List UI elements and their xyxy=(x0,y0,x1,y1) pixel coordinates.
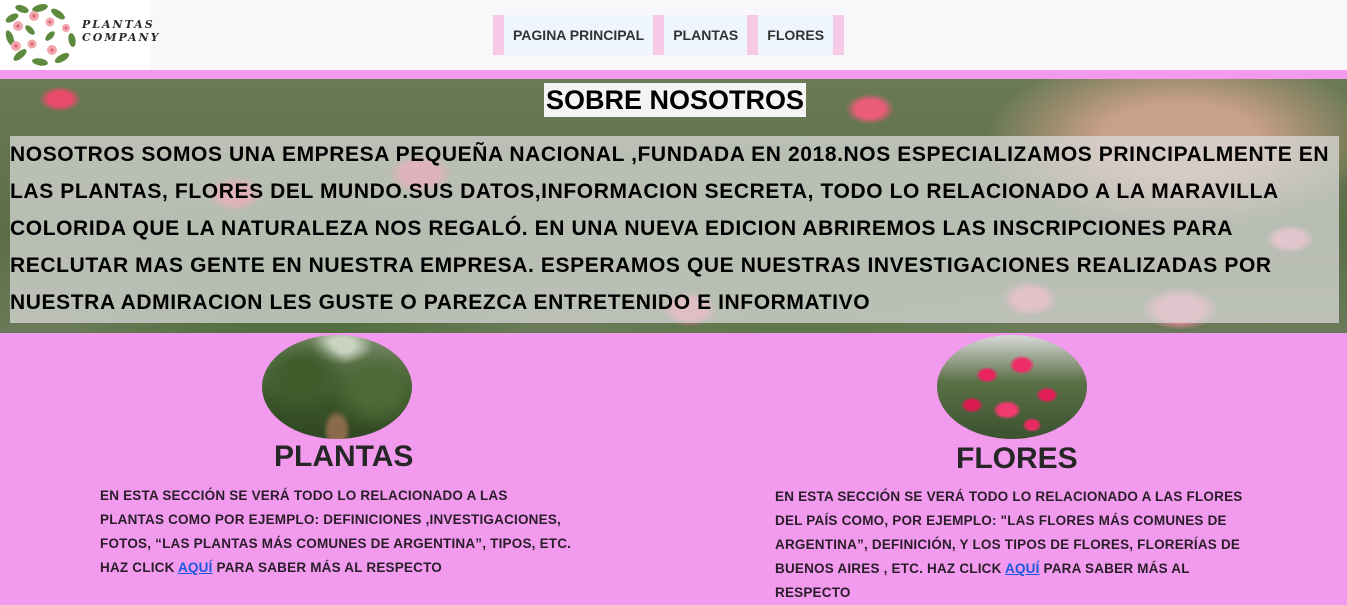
nav-separator xyxy=(747,15,759,55)
floral-wreath-logo-icon xyxy=(5,4,76,66)
flowers-description: EN ESTA SECCIÓN SE VERÁ TODO LO RELACION… xyxy=(775,485,1255,605)
about-text: NOSOTROS SOMOS UNA EMPRESA PEQUEÑA NACIO… xyxy=(10,143,1330,314)
header: PLANTAS COMPANY PAGINA PRINCIPAL PLANTAS… xyxy=(0,0,1347,70)
logo[interactable]: PLANTAS COMPANY xyxy=(0,0,158,70)
main-nav: PAGINA PRINCIPAL PLANTAS FLORES xyxy=(493,15,845,55)
nav-separator xyxy=(493,15,504,55)
flowers-image[interactable] xyxy=(937,335,1087,439)
plants-title: PLANTAS xyxy=(274,440,414,473)
plants-image[interactable] xyxy=(262,335,412,439)
nav-separator xyxy=(653,15,665,55)
plants-more-link[interactable]: AQUÍ xyxy=(178,560,213,575)
logo-line-1: PLANTAS xyxy=(82,18,155,31)
logo-text: PLANTAS COMPANY xyxy=(82,18,160,44)
flowers-title: FLORES xyxy=(956,442,1078,475)
nav-item-plants[interactable]: PLANTAS xyxy=(664,15,748,55)
nav-item-flowers[interactable]: FLORES xyxy=(758,15,834,55)
about-title: SOBRE NOSOTROS xyxy=(544,83,807,117)
plants-description-tail: PARA SABER MÁS AL RESPECTO xyxy=(212,560,442,575)
nav-separator xyxy=(833,15,845,55)
plants-description: EN ESTA SECCIÓN SE VERÁ TODO LO RELACION… xyxy=(100,484,575,580)
flowers-more-link[interactable]: AQUÍ xyxy=(1005,561,1040,576)
logo-line-2: COMPANY xyxy=(82,31,161,44)
nav-item-home[interactable]: PAGINA PRINCIPAL xyxy=(504,15,654,55)
